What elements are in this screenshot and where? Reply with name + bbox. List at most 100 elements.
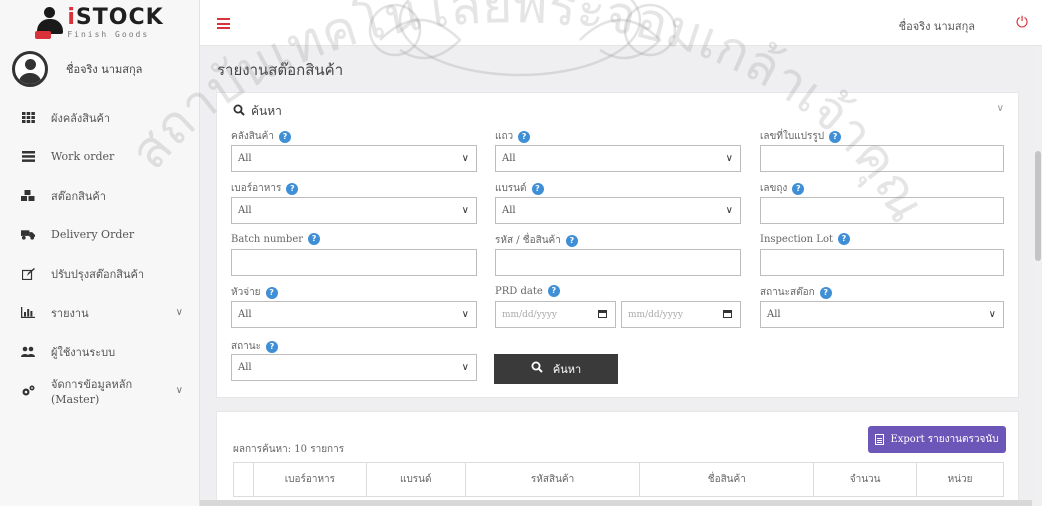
search-button[interactable]: ค้นหา	[494, 354, 618, 384]
transfer-no-label: เลขที่ใบแปรรูป?	[760, 129, 842, 144]
sidebar-item-master[interactable]: จัดการข้อมูลหลัก (Master) ∨	[0, 371, 199, 410]
sidebar-item-label: Delivery Order	[51, 228, 135, 241]
column-header[interactable]: เบอร์อาหาร	[252, 462, 367, 497]
chevron-down-icon: ∨	[725, 153, 733, 164]
table-header-row: เบอร์อาหาร แบรนด์ รหัสสินค้า ชื่อสินค้า …	[233, 462, 1004, 497]
users-icon	[21, 345, 35, 359]
sidebar-item-label: ผังคลังสินค้า	[51, 111, 111, 125]
sidebar-item-stock[interactable]: สต๊อกสินค้า	[0, 176, 199, 215]
header-select[interactable]: All ∨	[231, 301, 477, 328]
sidebar-user-name: ชื่อจริง นามสกุล	[66, 63, 143, 76]
stock-status-select[interactable]: All ∨	[760, 301, 1004, 328]
document-icon	[875, 434, 885, 445]
column-header[interactable]: หน่วย	[916, 462, 1004, 497]
column-header[interactable]	[233, 462, 254, 497]
help-icon[interactable]: ?	[265, 340, 278, 353]
truck-icon	[21, 228, 35, 242]
help-icon[interactable]: ?	[829, 130, 842, 143]
help-icon[interactable]: ?	[308, 233, 321, 245]
column-header[interactable]: แบรนด์	[365, 462, 466, 497]
row-select[interactable]: All ∨	[495, 145, 741, 172]
product-input[interactable]	[495, 249, 741, 276]
row-label: แถว?	[495, 129, 531, 144]
cubes-icon	[21, 189, 35, 203]
export-button-label: Export รายงานตรวจนับ	[890, 434, 999, 445]
food-no-label: เบอร์อาหาร?	[231, 181, 299, 196]
chevron-down-icon: ∨	[725, 205, 733, 216]
sidebar-item-label: ปรับปรุงสต๊อกสินค้า	[51, 267, 145, 281]
batch-input[interactable]	[231, 249, 477, 276]
sidebar-item-work-order[interactable]: Work order	[0, 137, 199, 176]
column-header[interactable]: รหัสสินค้า	[464, 462, 641, 497]
help-icon[interactable]: ?	[278, 130, 291, 143]
bag-no-input[interactable]	[760, 197, 1004, 224]
column-header[interactable]: ชื่อสินค้า	[639, 462, 815, 497]
bag-no-label: เลขถุง?	[760, 181, 805, 196]
search-panel: ค้นหา ∨	[216, 92, 1019, 398]
chevron-down-icon[interactable]: ∨	[997, 103, 1004, 114]
search-icon	[233, 104, 245, 119]
sidebar-item-warehouse-map[interactable]: ผังคลังสินค้า	[0, 98, 199, 137]
hamburger-menu-icon[interactable]	[217, 18, 230, 29]
results-table: เบอร์อาหาร แบรนด์ รหัสสินค้า ชื่อสินค้า …	[233, 462, 1004, 497]
chevron-down-icon: ∨	[175, 385, 183, 396]
help-icon[interactable]: ?	[531, 182, 544, 195]
chevron-down-icon: ∨	[461, 309, 469, 320]
app-logo[interactable]: iSTOCK Finish Goods	[0, 0, 199, 46]
sidebar-item-delivery-order[interactable]: Delivery Order	[0, 215, 199, 254]
search-panel-header[interactable]: ค้นหา	[233, 102, 282, 121]
help-icon[interactable]: ?	[792, 182, 805, 195]
topbar: ชื่อจริง นามสกุล ⏻	[200, 0, 1042, 46]
help-icon[interactable]: ?	[265, 286, 278, 299]
warehouse-label: คลังสินค้า?	[231, 129, 291, 144]
sidebar-item-label: สต๊อกสินค้า	[51, 189, 106, 203]
prd-date-to-input[interactable]: mm/dd/yyyy	[621, 301, 741, 328]
sidebar-menu: ผังคลังสินค้า Work order สต๊อกสินค้า Del…	[0, 98, 199, 410]
logo-title: iSTOCK	[67, 5, 164, 30]
chevron-down-icon: ∨	[461, 205, 469, 216]
warehouse-select[interactable]: All ∨	[231, 145, 477, 172]
scrollbar-thumb[interactable]	[1035, 151, 1041, 261]
inspection-lot-input[interactable]	[760, 249, 1004, 276]
horizontal-scrollbar[interactable]	[200, 500, 1032, 506]
food-no-select[interactable]: All ∨	[231, 197, 477, 224]
vertical-scrollbar[interactable]	[1034, 46, 1042, 506]
inspection-lot-label: Inspection Lot?	[760, 233, 850, 245]
export-button[interactable]: Export รายงานตรวจนับ	[868, 426, 1006, 453]
search-panel-title: ค้นหา	[251, 104, 282, 118]
prd-date-label: PRD date?	[495, 285, 560, 297]
transfer-no-input[interactable]	[760, 145, 1004, 172]
sidebar-item-users[interactable]: ผู้ใช้งานระบบ	[0, 332, 199, 371]
calendar-icon[interactable]	[723, 310, 732, 318]
batch-label: Batch number?	[231, 233, 321, 245]
logo-subtitle: Finish Goods	[67, 30, 150, 39]
results-panel: ผลการค้นหา: 10 รายการ Export รายงานตรวจน…	[216, 411, 1019, 506]
chevron-down-icon: ∨	[461, 362, 469, 373]
topbar-user-name[interactable]: ชื่อจริง นามสกุล	[899, 17, 975, 35]
chevron-down-icon: ∨	[988, 309, 996, 320]
result-count: ผลการค้นหา: 10 รายการ	[233, 444, 345, 455]
page-title: รายงานสต๊อกสินค้า	[217, 61, 344, 79]
prd-date-from-input[interactable]: mm/dd/yyyy	[495, 301, 616, 328]
calendar-icon[interactable]	[598, 310, 607, 318]
help-icon[interactable]: ?	[565, 234, 578, 247]
help-icon[interactable]: ?	[518, 130, 531, 143]
power-icon[interactable]: ⏻	[1016, 13, 1028, 31]
sidebar-item-reports[interactable]: รายงาน ∨	[0, 293, 199, 332]
product-label: รหัส / ชื่อสินค้า?	[495, 233, 578, 248]
gears-icon	[21, 384, 35, 398]
column-header[interactable]: จำนวน	[813, 462, 918, 497]
help-icon[interactable]: ?	[819, 286, 832, 299]
help-icon[interactable]: ?	[547, 285, 560, 297]
sidebar-item-stock-adjust[interactable]: ปรับปรุงสต๊อกสินค้า	[0, 254, 199, 293]
brand-label: แบรนด์?	[495, 181, 544, 196]
help-icon[interactable]: ?	[837, 233, 850, 245]
sidebar-user: ชื่อจริง นามสกุล	[0, 46, 199, 92]
sidebar-item-label: จัดการข้อมูลหลัก (Master)	[51, 378, 133, 406]
help-icon[interactable]: ?	[286, 182, 299, 195]
search-button-label: ค้นหา	[552, 363, 582, 376]
grid-icon	[21, 111, 35, 125]
status-select[interactable]: All ∨	[231, 354, 477, 381]
brand-select[interactable]: All ∨	[495, 197, 741, 224]
sidebar: iSTOCK Finish Goods ชื่อจริง นามสกุล ผัง…	[0, 0, 200, 506]
